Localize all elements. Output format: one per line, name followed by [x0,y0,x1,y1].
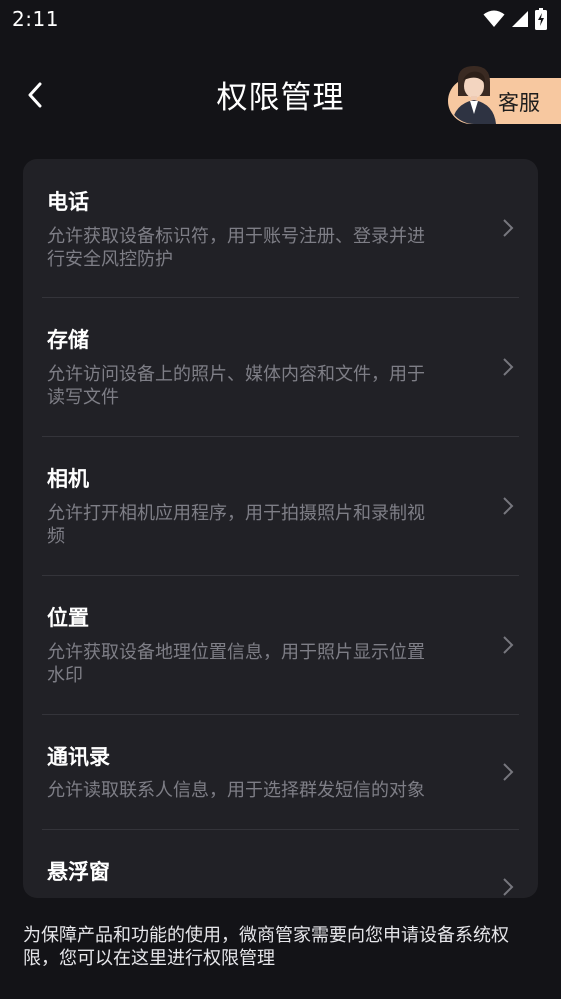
permission-title: 通讯录 [47,745,110,769]
permission-description: 允许读取联系人信息，用于选择群发短信的对象 [47,780,425,801]
customer-service-avatar[interactable] [448,66,500,124]
chevron-right-icon [503,636,514,654]
customer-service-label: 客服 [498,91,540,115]
permission-title: 电话 [47,190,89,214]
permission-item-storage[interactable]: 存储 允许访问设备上的照片、媒体内容和文件，用于 读写文件 [23,298,538,436]
permission-item-phone[interactable]: 电话 允许获取设备标识符，用于账号注册、登录并进 行安全风控防护 [23,159,538,297]
permission-description: 允许获取设备标识符，用于账号注册、登录并进 行安全风控防护 [47,226,425,270]
chevron-right-icon [503,358,514,376]
permission-title: 相机 [47,467,89,491]
permission-description: 允许打开相机应用程序，用于拍摄照片和录制视 频 [47,503,425,547]
cellular-signal-icon [512,11,528,27]
status-bar: 2:11 [0,0,561,38]
permission-item-contacts[interactable]: 通讯录 允许读取联系人信息，用于选择群发短信的对象 [23,715,538,829]
permission-title: 位置 [47,606,89,630]
status-time: 2:11 [12,7,59,31]
permission-description: 允许获取设备地理位置信息，用于照片显示位置 水印 [47,642,425,686]
permission-footer-note: 为保障产品和功能的使用，微商管家需要向您申请设备系统权 限，您可以在这里进行权限… [23,925,509,969]
permission-title: 存储 [47,328,89,352]
permissions-card: 电话 允许获取设备标识符，用于账号注册、登录并进 行安全风控防护 存储 允许访问… [23,159,538,898]
chevron-right-icon [503,763,514,781]
permission-item-floating-window[interactable]: 悬浮窗 [23,830,538,898]
chevron-right-icon [503,497,514,515]
permission-title: 悬浮窗 [47,860,110,884]
permission-description: 允许访问设备上的照片、媒体内容和文件，用于 读写文件 [47,364,425,408]
battery-charging-icon [535,8,547,30]
chevron-right-icon [503,878,514,896]
status-icons [483,8,547,30]
permission-item-camera[interactable]: 相机 允许打开相机应用程序，用于拍摄照片和录制视 频 [23,437,538,575]
wifi-icon [483,10,505,27]
permission-item-location[interactable]: 位置 允许获取设备地理位置信息，用于照片显示位置 水印 [23,576,538,714]
chevron-right-icon [503,219,514,237]
